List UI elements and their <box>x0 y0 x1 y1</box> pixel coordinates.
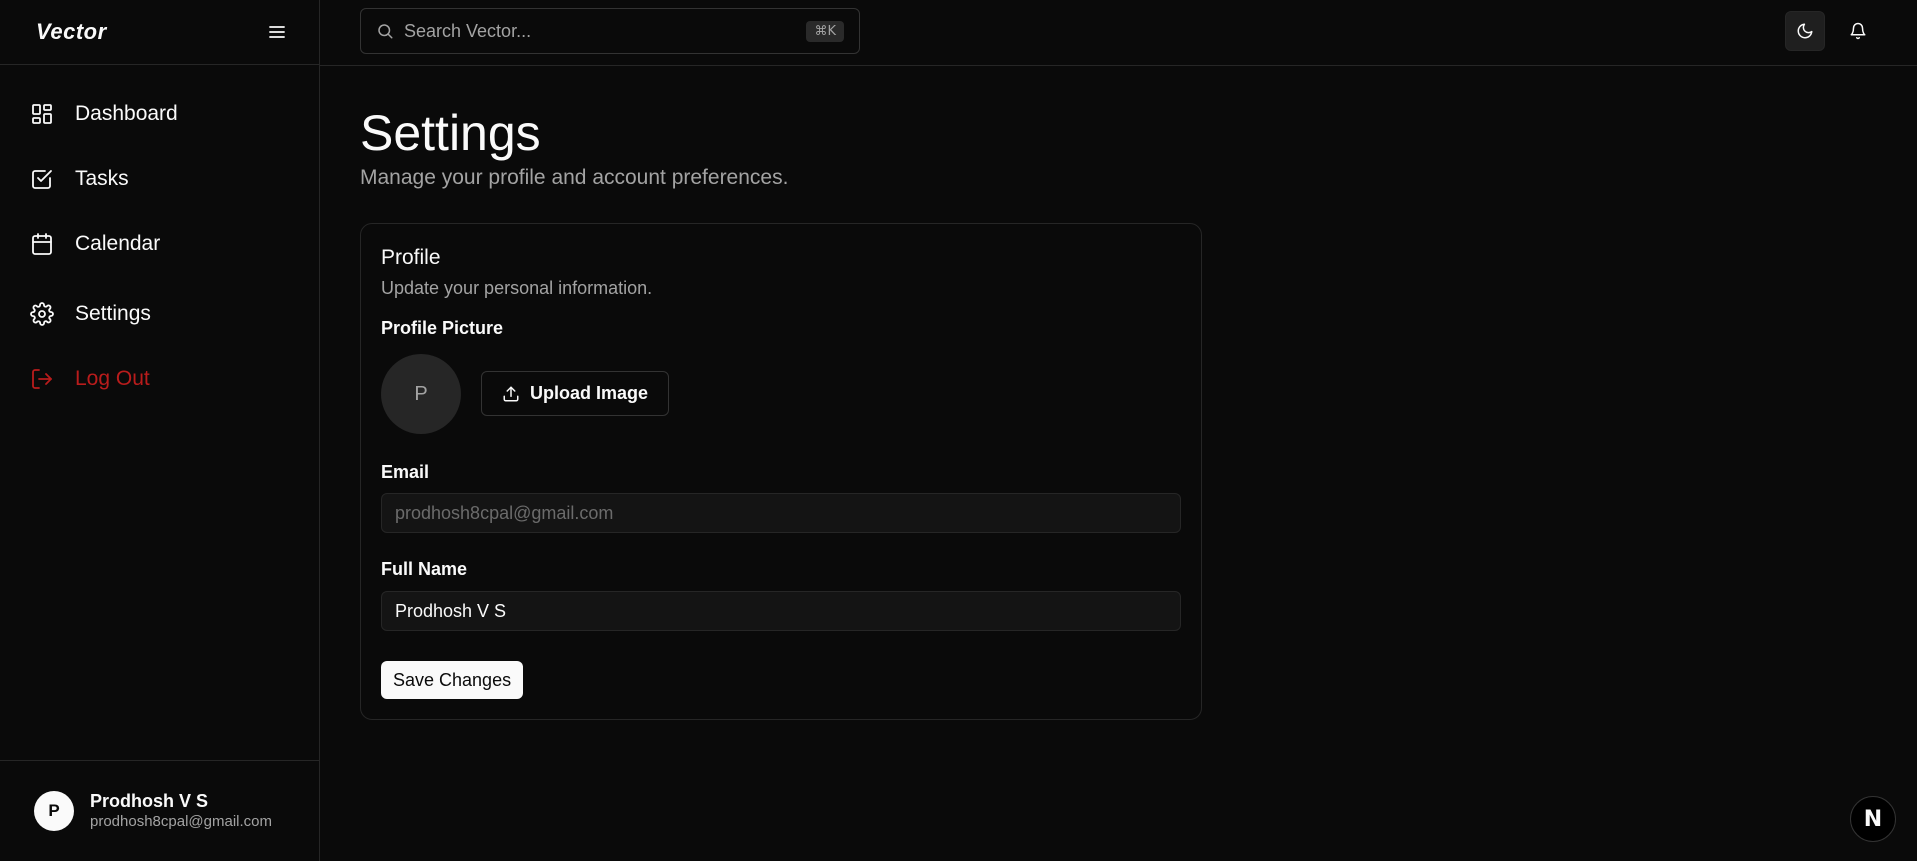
full-name-label: Full Name <box>381 559 468 579</box>
search-shortcut-badge: ⌘K <box>806 20 844 42</box>
email-field <box>381 493 1181 533</box>
search-icon <box>376 22 394 40</box>
sidebar-header: Vector <box>0 0 319 65</box>
topbar: ⌘K <box>320 0 1917 66</box>
calendar-icon <box>30 232 54 256</box>
app-logo[interactable]: Vector <box>36 19 107 45</box>
sidebar: Vector Dashboard Tasks Calendar Settings… <box>0 0 320 861</box>
card-title: Profile <box>381 246 441 269</box>
logout-icon <box>30 367 54 391</box>
theme-toggle-button[interactable] <box>1785 11 1825 51</box>
email-label: Email <box>381 462 430 482</box>
user-email: prodhosh8cpal@gmail.com <box>90 813 272 830</box>
app-root: Vector Dashboard Tasks Calendar Settings… <box>0 0 1917 861</box>
sidebar-item-calendar[interactable]: Calendar <box>0 211 319 276</box>
sidebar-item-label: Tasks <box>75 166 129 190</box>
dashboard-icon <box>30 102 54 126</box>
profile-avatar: P <box>381 354 461 434</box>
sidebar-item-tasks[interactable]: Tasks <box>0 146 319 211</box>
full-name-field[interactable] <box>381 591 1181 631</box>
upload-button-label: Upload Image <box>530 383 649 403</box>
menu-icon[interactable] <box>265 20 289 44</box>
page-subtitle: Manage your profile and account preferen… <box>360 166 789 189</box>
notifications-button[interactable] <box>1838 11 1878 51</box>
user-name: Prodhosh V S <box>90 791 209 811</box>
bell-icon <box>1849 22 1867 40</box>
sidebar-item-logout[interactable]: Log Out <box>0 346 319 411</box>
search-input[interactable] <box>404 20 807 42</box>
sidebar-item-label: Calendar <box>75 231 161 255</box>
gear-icon <box>30 301 54 326</box>
sidebar-item-dashboard[interactable]: Dashboard <box>0 81 319 146</box>
profile-picture-label: Profile Picture <box>381 318 504 338</box>
profile-card: Profile Update your personal information… <box>360 223 1202 720</box>
sidebar-item-settings[interactable]: Settings <box>0 281 319 346</box>
upload-image-button[interactable]: Upload Image <box>481 371 670 416</box>
sidebar-item-label: Log Out <box>75 366 150 390</box>
avatar: P <box>34 791 74 831</box>
tasks-icon <box>30 167 54 191</box>
page-title: Settings <box>360 105 541 161</box>
save-changes-button[interactable]: Save Changes <box>381 661 524 699</box>
nextjs-badge[interactable]: N <box>1850 796 1896 842</box>
card-description: Update your personal information. <box>381 278 653 298</box>
upload-icon <box>502 385 520 403</box>
sidebar-item-label: Settings <box>75 301 151 325</box>
search-bar[interactable]: ⌘K <box>360 8 860 54</box>
moon-icon <box>1796 22 1814 40</box>
user-profile-footer[interactable]: P Prodhosh V S prodhosh8cpal@gmail.com <box>0 760 319 861</box>
sidebar-nav: Dashboard Tasks Calendar Settings Log Ou… <box>0 65 319 411</box>
user-info: Prodhosh V S prodhosh8cpal@gmail.com <box>90 790 280 832</box>
sidebar-item-label: Dashboard <box>75 101 178 125</box>
